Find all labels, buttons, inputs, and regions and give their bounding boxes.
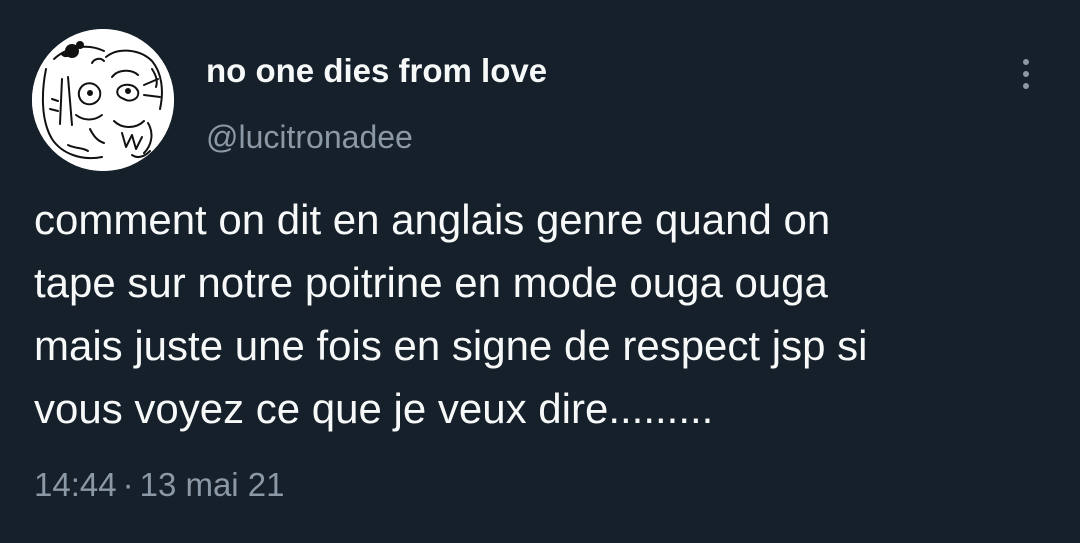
tweet-card: no one dies from love @lucitronadee comm… — [0, 0, 1080, 543]
tweet-text: comment on dit en anglais genre quand on… — [34, 188, 1054, 440]
author-display-name[interactable]: no one dies from love — [206, 52, 547, 90]
more-options-button[interactable] — [1006, 52, 1046, 96]
tweet-timestamp[interactable]: 14:44 · 13 mai 21 — [34, 466, 285, 504]
meta-separator: · — [122, 466, 134, 503]
tweet-text-line: mais juste une fois en signe de respect … — [34, 322, 868, 369]
tweet-date: 13 mai 21 — [139, 466, 285, 503]
avatar-doodle-icon — [32, 29, 174, 171]
more-vertical-icon — [1023, 83, 1029, 89]
tweet-text-line: tape sur notre poitrine en mode ouga oug… — [34, 259, 828, 306]
author-handle[interactable]: @lucitronadee — [206, 119, 413, 156]
tweet-time: 14:44 — [34, 466, 117, 503]
avatar[interactable] — [32, 29, 174, 171]
more-vertical-icon — [1023, 71, 1029, 77]
more-vertical-icon — [1023, 59, 1029, 65]
tweet-text-line: vous voyez ce que je veux dire......... — [34, 385, 714, 432]
tweet-text-line: comment on dit en anglais genre quand on — [34, 196, 831, 243]
